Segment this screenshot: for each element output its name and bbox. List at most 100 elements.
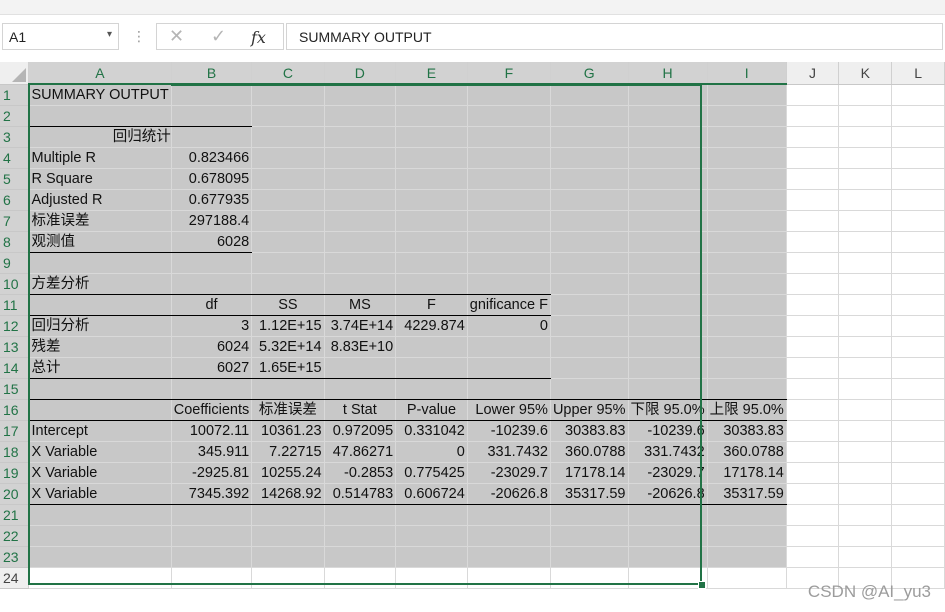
cell-c7[interactable] [251,210,325,232]
cell-g16[interactable]: Upper 95% [550,399,629,421]
cell-c23[interactable] [251,546,325,568]
cell-j5[interactable] [786,168,840,190]
cell-g18[interactable]: 360.0788 [550,441,629,463]
cell-c18[interactable]: 7.22715 [251,441,325,463]
cell-l17[interactable] [891,420,945,442]
cell-b7[interactable]: 297188.4 [171,210,253,232]
cell-d11[interactable]: MS [324,294,397,316]
cell-c8[interactable] [251,231,325,253]
cell-b21[interactable] [171,504,253,526]
select-all-corner[interactable] [0,62,29,85]
cell-k14[interactable] [838,357,893,379]
cell-j14[interactable] [786,357,840,379]
cell-c6[interactable] [251,189,325,211]
cell-b15[interactable] [171,378,253,400]
cell-a13[interactable]: 残差 [28,336,172,358]
cell-j2[interactable] [786,105,840,127]
cell-k22[interactable] [838,525,893,547]
cell-c9[interactable] [251,252,325,274]
cell-l13[interactable] [891,336,945,358]
cell-a14[interactable]: 总计 [28,357,172,379]
cell-g7[interactable] [550,210,629,232]
cell-a8[interactable]: 观测值 [28,231,172,253]
cell-g15[interactable] [550,378,629,400]
cell-h9[interactable] [628,252,708,274]
cell-d23[interactable] [324,546,397,568]
cancel-icon[interactable]: ✕ [169,26,184,47]
row-header-1[interactable]: 1 [0,84,30,106]
cell-j21[interactable] [786,504,840,526]
row-header-19[interactable]: 19 [0,462,30,484]
cell-d16[interactable]: t Stat [324,399,397,421]
cell-l23[interactable] [891,546,945,568]
column-header-g[interactable]: G [550,62,629,85]
cell-i13[interactable] [707,336,787,358]
cell-e21[interactable] [395,504,468,526]
cell-i10[interactable] [707,273,787,295]
cell-l8[interactable] [891,231,945,253]
cell-j17[interactable] [786,420,840,442]
cell-f24[interactable] [467,567,551,589]
cell-d20[interactable]: 0.514783 [324,483,397,505]
column-header-d[interactable]: D [324,62,397,85]
cell-g19[interactable]: 17178.14 [550,462,629,484]
cell-i22[interactable] [707,525,787,547]
cell-h3[interactable] [628,126,708,148]
cell-h5[interactable] [628,168,708,190]
cell-l20[interactable] [891,483,945,505]
cell-g4[interactable] [550,147,629,169]
enter-icon[interactable]: ✓ [211,26,226,47]
cell-g21[interactable] [550,504,629,526]
cell-c20[interactable]: 14268.92 [251,483,325,505]
cell-b1[interactable] [171,84,253,106]
row-header-7[interactable]: 7 [0,210,30,232]
cell-l12[interactable] [891,315,945,337]
cell-j13[interactable] [786,336,840,358]
column-header-l[interactable]: L [891,62,945,85]
cell-b10[interactable] [171,273,253,295]
cell-d15[interactable] [324,378,397,400]
cell-k21[interactable] [838,504,893,526]
cell-k1[interactable] [838,84,893,106]
cell-i7[interactable] [707,210,787,232]
cell-b3[interactable] [171,126,253,148]
cell-f16[interactable]: Lower 95% [467,399,551,421]
cell-d5[interactable] [324,168,397,190]
cell-c21[interactable] [251,504,325,526]
row-header-18[interactable]: 18 [0,441,30,463]
cell-j8[interactable] [786,231,840,253]
cell-g17[interactable]: 30383.83 [550,420,629,442]
cell-f4[interactable] [467,147,551,169]
column-header-h[interactable]: H [628,62,708,85]
cell-g23[interactable] [550,546,629,568]
insert-function-icon[interactable]: fx [251,28,266,47]
cell-g11[interactable] [550,294,629,316]
cell-i18[interactable]: 360.0788 [707,441,787,463]
cell-l5[interactable] [891,168,945,190]
cell-h13[interactable] [628,336,708,358]
cell-a5[interactable]: R Square [28,168,172,190]
cell-h11[interactable] [628,294,708,316]
cell-f3[interactable] [467,126,551,148]
cell-f13[interactable] [467,336,551,358]
cell-h22[interactable] [628,525,708,547]
cell-b19[interactable]: -2925.81 [171,462,253,484]
cell-i2[interactable] [707,105,787,127]
cell-b11[interactable]: df [171,294,253,316]
row-header-23[interactable]: 23 [0,546,30,568]
cell-l1[interactable] [891,84,945,106]
cell-d12[interactable]: 3.74E+14 [324,315,397,337]
cell-k4[interactable] [838,147,893,169]
cell-f19[interactable]: -23029.7 [467,462,551,484]
cell-c2[interactable] [251,105,325,127]
cell-i23[interactable] [707,546,787,568]
cell-f5[interactable] [467,168,551,190]
cell-g2[interactable] [550,105,629,127]
cell-h23[interactable] [628,546,708,568]
cell-d6[interactable] [324,189,397,211]
cell-a7[interactable]: 标准误差 [28,210,172,232]
cell-a11[interactable] [28,294,172,316]
cell-h2[interactable] [628,105,708,127]
cell-j16[interactable] [786,399,840,421]
cell-a24[interactable] [28,567,172,589]
